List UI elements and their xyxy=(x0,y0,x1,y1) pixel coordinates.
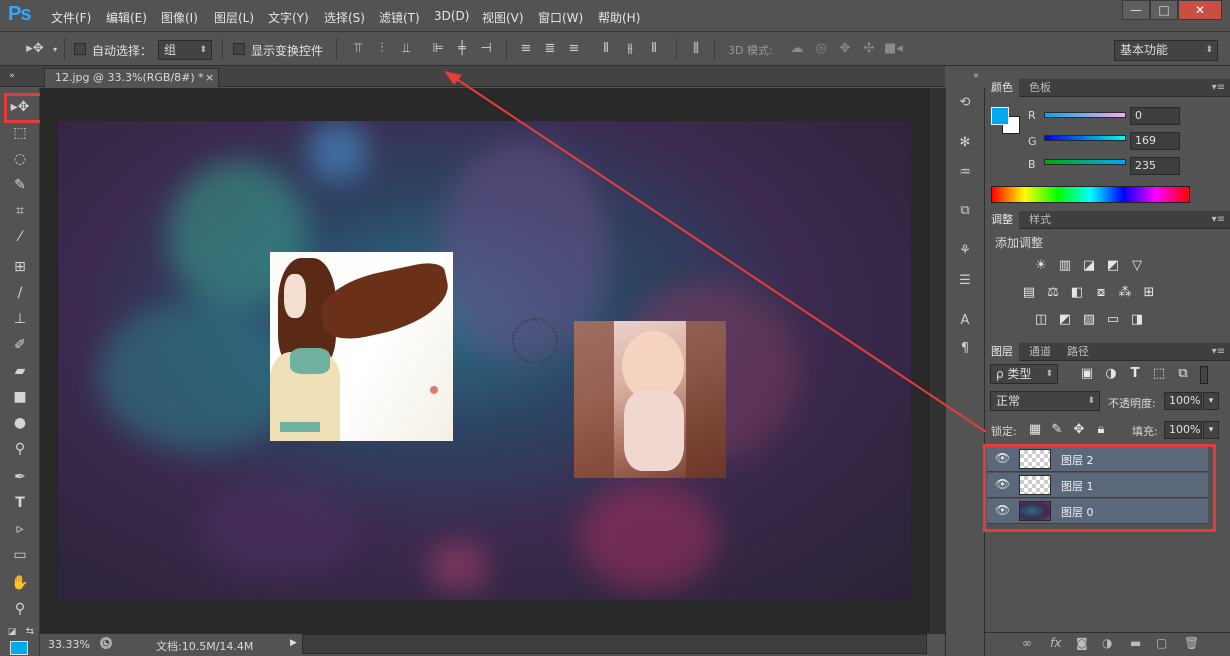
annotation-arrow xyxy=(444,71,987,433)
